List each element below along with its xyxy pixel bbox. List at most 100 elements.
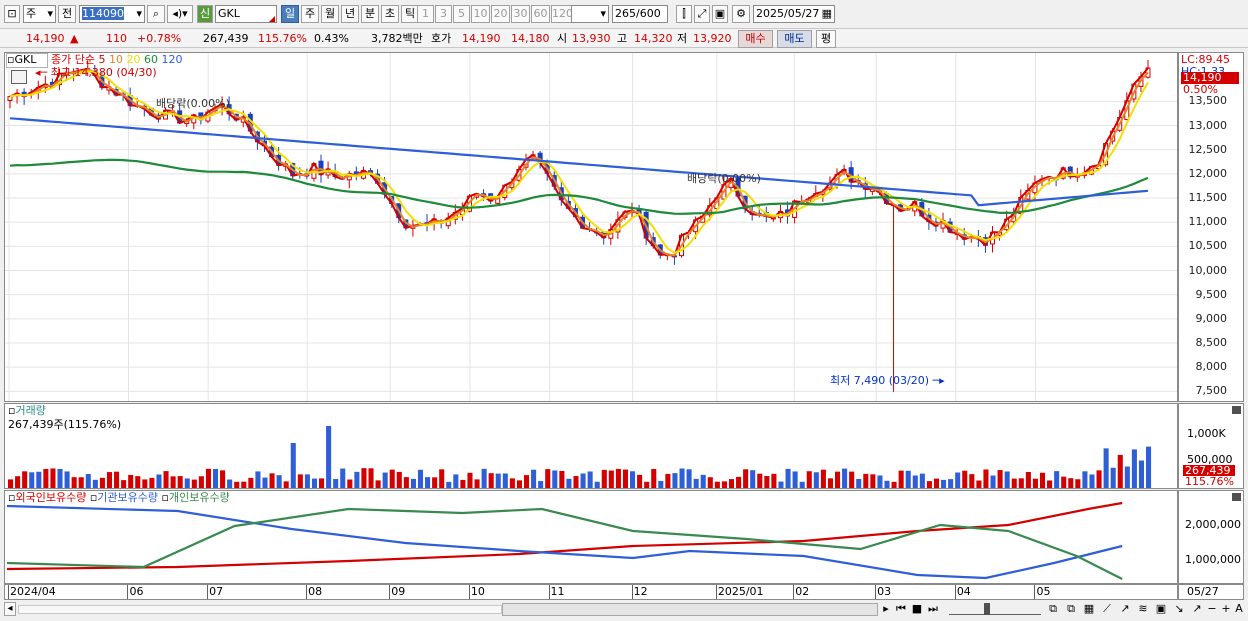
symbol-text: GKL bbox=[14, 53, 37, 66]
price-tick: 7,500 bbox=[1195, 384, 1228, 398]
volume-bar bbox=[262, 477, 268, 488]
zoom-slider-handle[interactable] bbox=[984, 603, 990, 615]
holdings-panel[interactable]: ▫외국인보유수량 ▫기관보유수량 ▫개인보유수량 bbox=[4, 490, 1178, 584]
interval-button-5[interactable]: 5 bbox=[453, 5, 470, 23]
draw-tool-icon[interactable]: ⤢ bbox=[694, 5, 710, 23]
interval-button-120[interactable]: 120 bbox=[551, 5, 573, 23]
close-icon[interactable] bbox=[1232, 493, 1241, 501]
end-date-label: 05/27 bbox=[1187, 585, 1219, 598]
interval-button-30[interactable]: 30 bbox=[511, 5, 530, 23]
volume-bar bbox=[552, 470, 558, 488]
close-icon[interactable] bbox=[1232, 406, 1241, 414]
zoom-in-icon[interactable]: ↗ bbox=[1190, 602, 1204, 616]
volume-bar bbox=[898, 470, 904, 488]
volume-bar bbox=[78, 477, 84, 488]
stock-code-field[interactable]: 114090 ▾ bbox=[79, 5, 145, 23]
volume-bar bbox=[573, 476, 579, 488]
interval-button-10[interactable]: 10 bbox=[471, 5, 490, 23]
period-button-5[interactable]: 초 bbox=[381, 5, 399, 23]
chevron-down-icon: ▾ bbox=[47, 7, 53, 20]
volume-bar bbox=[941, 479, 947, 488]
fibonacci-icon[interactable]: ≋ bbox=[1136, 602, 1150, 616]
volume-bar bbox=[205, 468, 211, 488]
settings-icon[interactable]: ⚙ bbox=[732, 5, 750, 23]
save-icon[interactable]: ▣ bbox=[712, 5, 728, 23]
volume-bar bbox=[792, 471, 798, 488]
minus-icon[interactable]: − bbox=[1205, 602, 1219, 616]
period-button-3[interactable]: 년 bbox=[341, 5, 359, 23]
x-axis: 2024/04 06 07 08 09 10 11 12 2025/01 02 03 04 05 bbox=[4, 584, 1178, 600]
volume-bar bbox=[142, 479, 148, 488]
interval-button-60[interactable]: 60 bbox=[531, 5, 550, 23]
ma-legend-20: 20 bbox=[122, 53, 141, 66]
stop-icon[interactable]: ■ bbox=[910, 602, 924, 616]
volume-panel[interactable]: ▫거래량 267,439주(115.76%) bbox=[4, 403, 1178, 489]
trend-tool-icon[interactable]: ↗ bbox=[1118, 602, 1132, 616]
volume-bar bbox=[863, 473, 869, 488]
period-type-select[interactable]: 주 ▾ bbox=[23, 5, 56, 23]
period-button-2[interactable]: 월 bbox=[321, 5, 339, 23]
period-button-1[interactable]: 주 bbox=[301, 5, 319, 23]
price-tick: 9,500 bbox=[1195, 287, 1228, 301]
volume-bar bbox=[1061, 476, 1067, 488]
plus-icon[interactable]: + bbox=[1219, 602, 1233, 616]
volume-bar bbox=[820, 469, 826, 488]
volume-bar bbox=[905, 470, 911, 488]
volume-value: 267,439 bbox=[203, 32, 249, 45]
volume-bar bbox=[728, 479, 735, 488]
volume-bar bbox=[354, 471, 360, 488]
volume-bar bbox=[509, 478, 515, 488]
x-axis-label: 08 bbox=[306, 585, 323, 599]
volume-bar bbox=[799, 481, 805, 488]
stock-name-field[interactable]: GKL bbox=[215, 5, 277, 23]
volume-bar bbox=[128, 474, 134, 488]
max-price-note: ◂─ 최고 14,380 (04/30) bbox=[35, 66, 157, 79]
price-tick: 8,500 bbox=[1195, 336, 1228, 349]
interval-button-1[interactable]: 1 bbox=[417, 5, 434, 23]
text-tool-icon[interactable]: A bbox=[1233, 602, 1245, 616]
volume-bar bbox=[156, 474, 162, 488]
volume-bar bbox=[1047, 480, 1053, 488]
price-tick: 11,500 bbox=[1188, 191, 1228, 204]
scroll-track[interactable] bbox=[18, 605, 502, 614]
grid-icon[interactable] bbox=[11, 70, 27, 84]
chart-menu-icon[interactable]: ⊡ bbox=[4, 5, 20, 23]
volume-bar bbox=[750, 470, 756, 488]
evaluate-button[interactable]: 평 bbox=[816, 30, 836, 48]
bottom-scroll-bar: ◂ ▸ ⏮ ■ ⏭ ⧉ ⧉ ▦ ⟋ ↗ ≋ ▣ ↘ ↗ − + A bbox=[4, 600, 1244, 618]
volume-bar bbox=[446, 481, 452, 488]
price-chart-panel[interactable]: ▫GKL 종가 단순 5 10 20 60 120 ◂─ 최고 14,380 (… bbox=[4, 52, 1178, 402]
volume-bar bbox=[297, 474, 303, 488]
table-icon[interactable]: ▦ bbox=[1082, 602, 1096, 616]
line-tool-icon[interactable]: ⟋ bbox=[1100, 602, 1114, 616]
date-field[interactable]: 2025/05/27 ▦ bbox=[753, 5, 835, 23]
period-button-4[interactable]: 분 bbox=[361, 5, 379, 23]
arrow-icon[interactable]: ↘ bbox=[1172, 602, 1186, 616]
buy-button[interactable]: 매수 bbox=[738, 30, 773, 48]
individual-holdings-label: 개인보유수량 bbox=[168, 491, 230, 504]
candle-type-icon[interactable]: ⫿ bbox=[676, 5, 692, 23]
interval-button-20[interactable]: 20 bbox=[491, 5, 510, 23]
empty-select[interactable]: ▾ bbox=[571, 5, 609, 23]
period-button-0[interactable]: 일 bbox=[281, 5, 299, 23]
holdings-chart bbox=[6, 501, 1123, 580]
prefix-button[interactable]: 전 bbox=[58, 5, 76, 23]
fast-forward-icon[interactable]: ⏭ bbox=[926, 602, 940, 616]
scroll-right-icon[interactable]: ▸ bbox=[880, 602, 892, 616]
scroll-left-icon[interactable]: ◂ bbox=[4, 602, 16, 616]
zoom-out-step-icon[interactable]: ⏮ bbox=[894, 602, 908, 616]
scroll-thumb[interactable] bbox=[502, 603, 878, 616]
volume-bar bbox=[177, 476, 183, 488]
volume-bar bbox=[926, 481, 932, 488]
interval-button-3[interactable]: 3 bbox=[435, 5, 452, 23]
image-icon[interactable]: ▣ bbox=[1154, 602, 1168, 616]
sound-icon[interactable]: ◂)▾ bbox=[167, 5, 193, 23]
sell-button[interactable]: 매도 bbox=[777, 30, 812, 48]
layout-icon[interactable]: ⧉ bbox=[1046, 602, 1060, 616]
data-count-field[interactable]: 265/600 bbox=[612, 5, 668, 23]
zoom-slider[interactable] bbox=[949, 603, 1041, 615]
search-icon[interactable]: ⌕ bbox=[147, 5, 165, 23]
volume-bar bbox=[516, 480, 522, 488]
volume-bar bbox=[948, 479, 954, 488]
layout-icon[interactable]: ⧉ bbox=[1064, 602, 1078, 616]
